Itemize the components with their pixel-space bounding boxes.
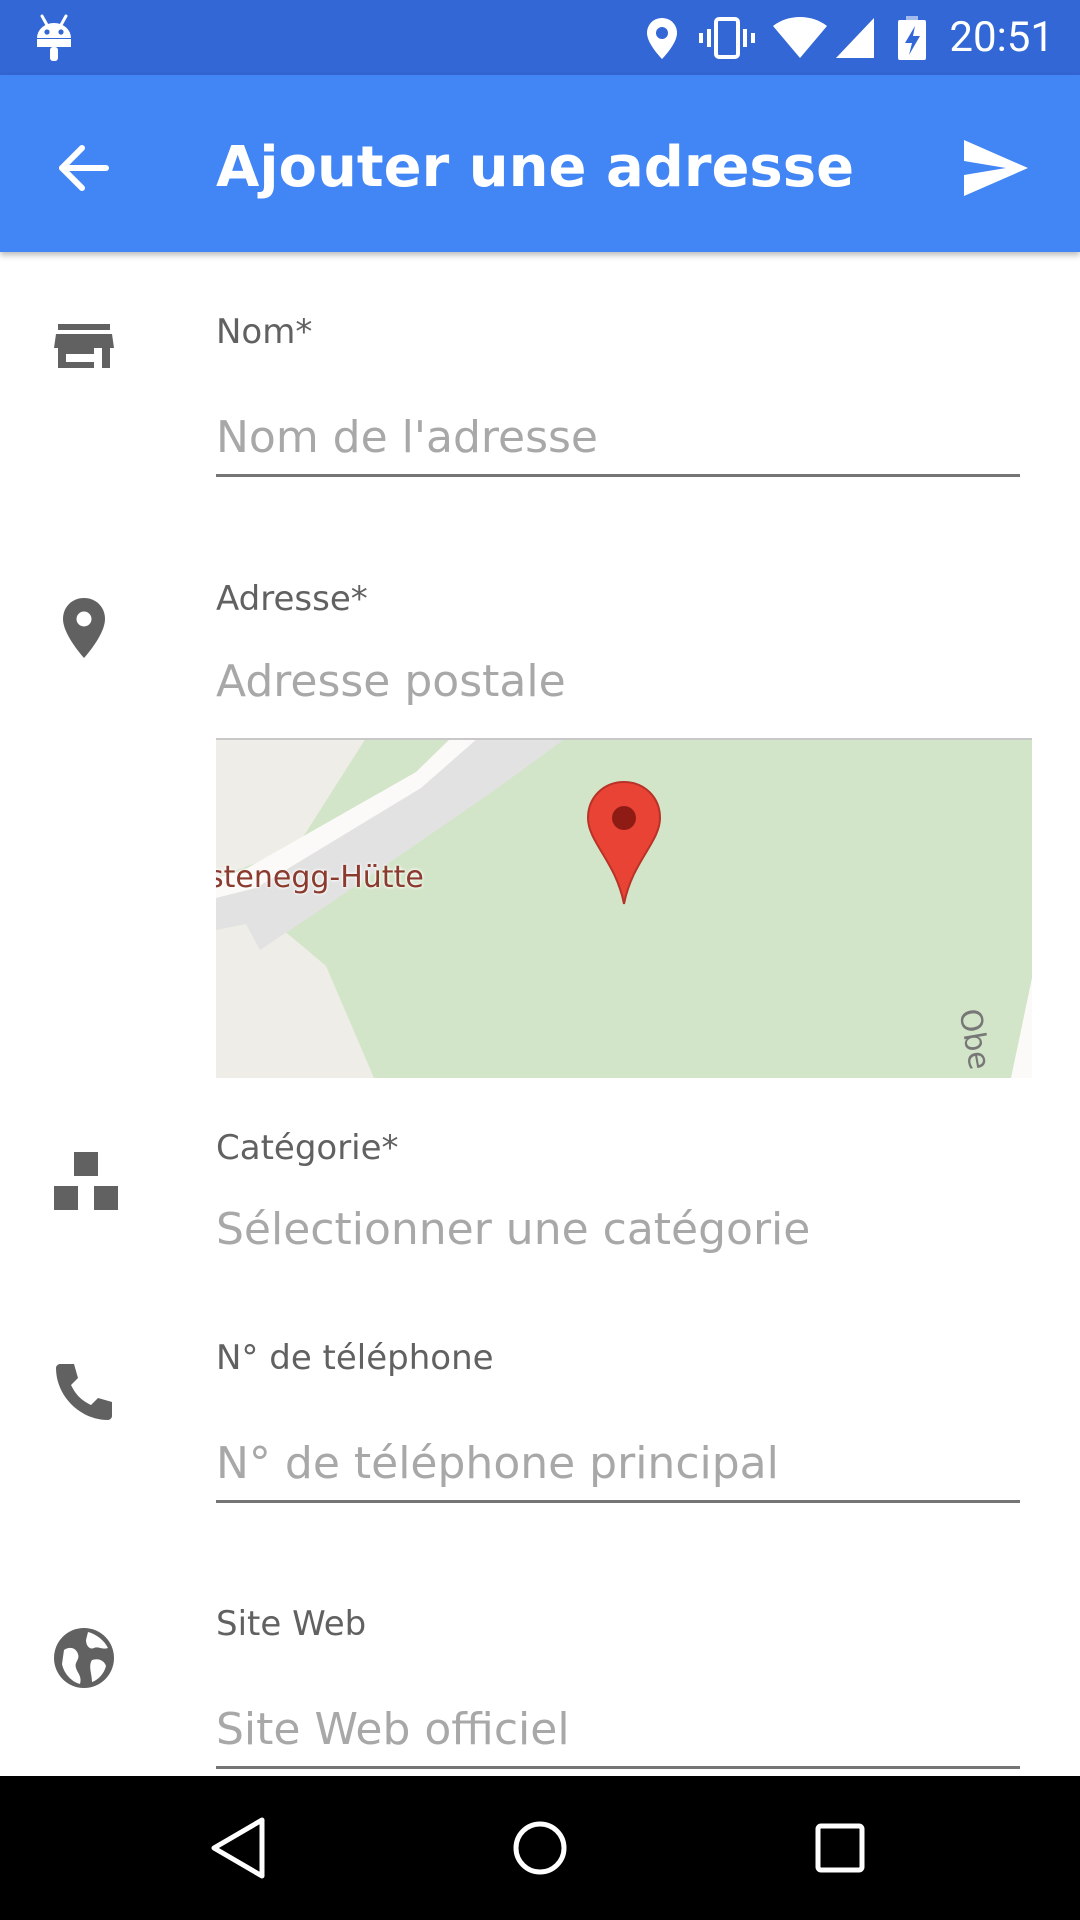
send-button[interactable] — [954, 128, 1034, 208]
globe-icon — [54, 1628, 114, 1688]
place-icon — [63, 598, 105, 658]
navigation-bar — [0, 1776, 1080, 1920]
signal-icon — [836, 18, 874, 58]
nav-home-icon[interactable] — [500, 1808, 580, 1888]
category-icon — [54, 1152, 118, 1210]
vibrate-icon — [699, 17, 755, 59]
phone-input[interactable] — [216, 1426, 1020, 1503]
map-pin-icon — [586, 780, 662, 905]
name-label: Nom* — [216, 312, 313, 352]
store-icon — [54, 324, 114, 368]
app-bar: Ajouter une adresse — [0, 75, 1080, 252]
battery-charging-icon — [898, 16, 926, 60]
back-button[interactable] — [44, 128, 124, 208]
status-bar: 20:51 — [0, 0, 1080, 75]
address-input[interactable]: Adresse postale — [216, 656, 566, 707]
nav-back-icon[interactable] — [200, 1808, 280, 1888]
wifi-icon — [773, 17, 827, 58]
website-label: Site Web — [216, 1604, 367, 1644]
nav-recents-icon[interactable] — [800, 1808, 880, 1888]
phone-label: N° de téléphone — [216, 1338, 494, 1378]
place-form: Nom* Adresse* Adresse postale stenegg-Hü… — [0, 252, 1080, 1776]
category-select[interactable]: Sélectionner une catégorie — [216, 1204, 810, 1255]
arrow-back-icon — [59, 145, 109, 191]
address-label: Adresse* — [216, 579, 368, 619]
android-debug-icon — [37, 14, 71, 61]
name-input[interactable] — [216, 400, 1020, 477]
map-place-label: stenegg-Hütte — [216, 860, 424, 895]
website-input[interactable] — [216, 1692, 1020, 1769]
location-icon — [647, 18, 677, 59]
status-time: 20:51 — [949, 13, 1054, 62]
page-title: Ajouter une adresse — [216, 135, 855, 200]
map-preview[interactable]: stenegg-Hütte Obe — [216, 738, 1032, 1078]
send-icon — [964, 140, 1028, 196]
phone-icon — [56, 1364, 112, 1420]
category-label: Catégorie* — [216, 1128, 399, 1168]
